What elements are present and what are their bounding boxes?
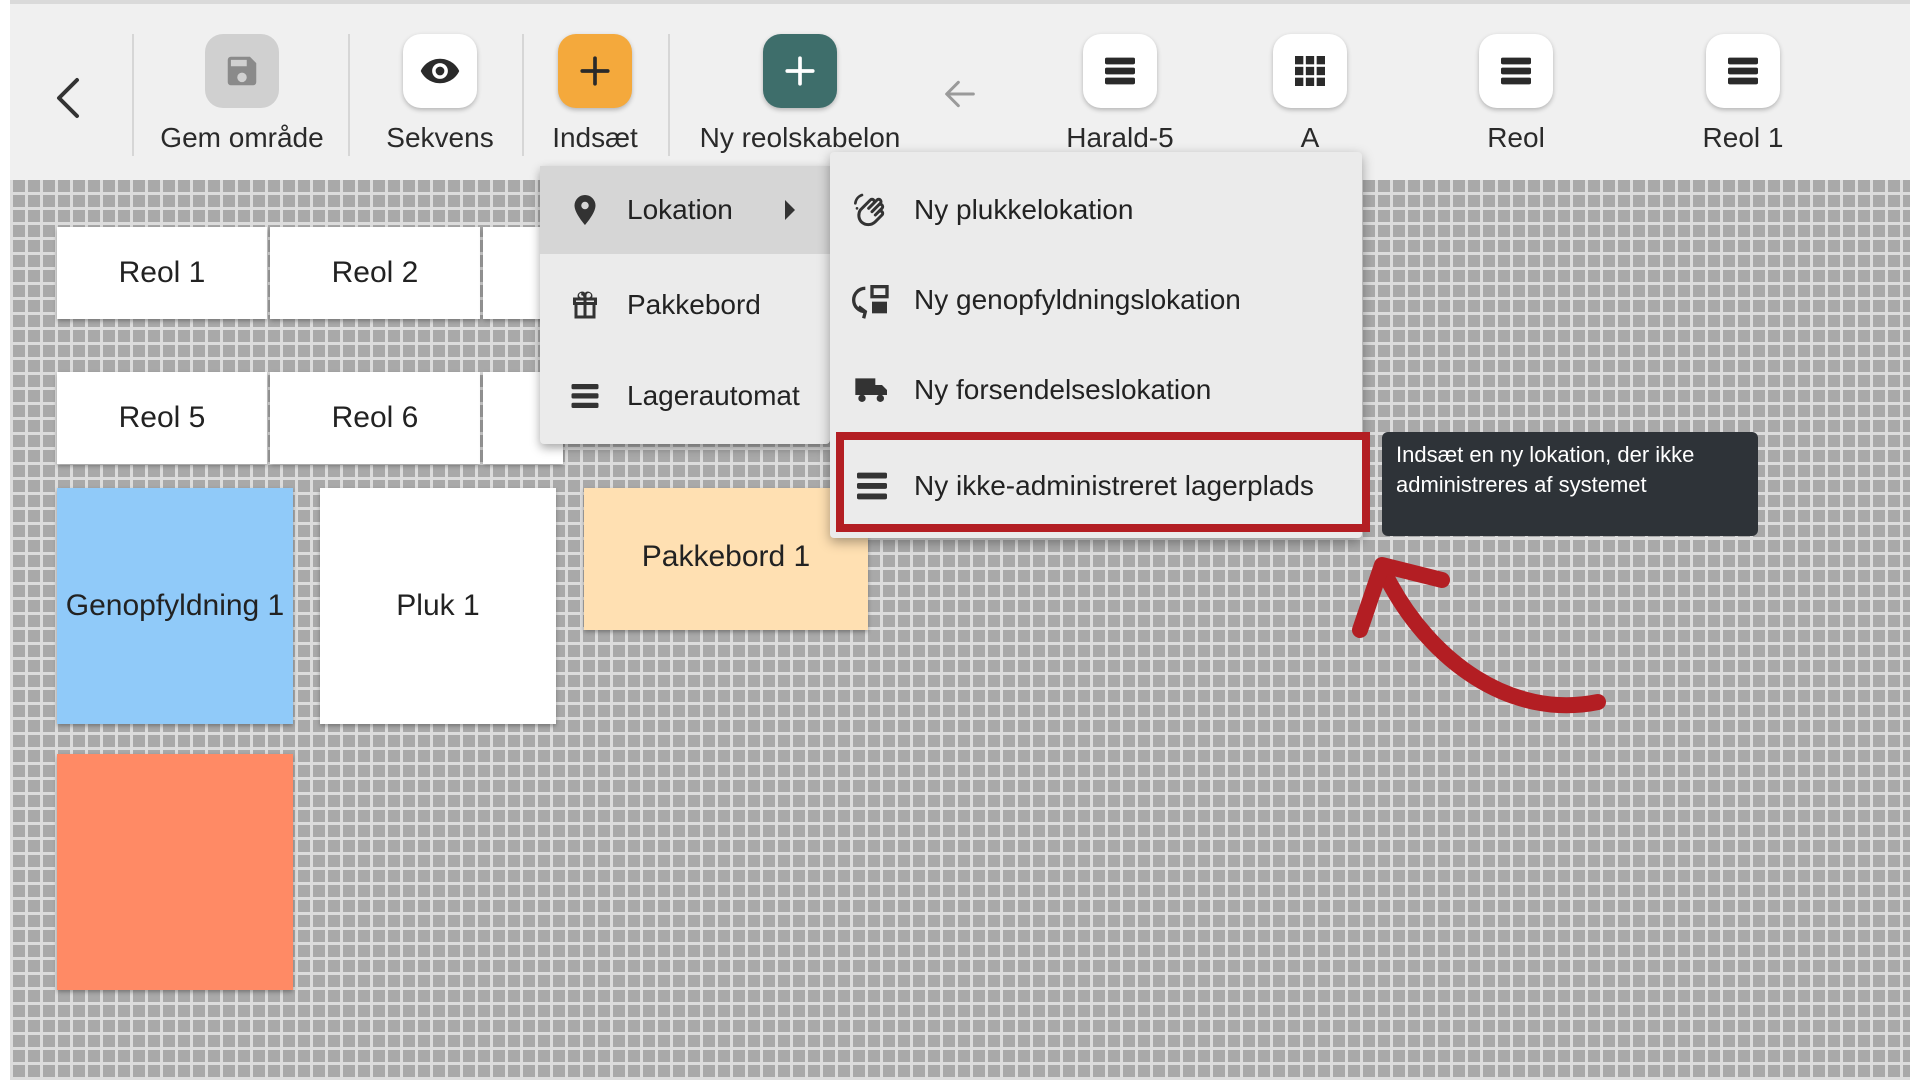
toolbar-divider <box>132 34 134 156</box>
insert-button-circle <box>558 34 632 108</box>
list-icon <box>1501 57 1531 85</box>
list-icon <box>565 376 605 416</box>
plus-icon <box>785 56 815 86</box>
replenish-location-tile[interactable]: Genopfyldning 1 <box>57 488 293 724</box>
hand-wave-icon <box>852 190 892 230</box>
menu-item-new-shipping-location[interactable]: Ny forsendelseslokation <box>830 346 1362 434</box>
app-window: Gem område Sekvens Indsæt Ny reolskabelo… <box>10 0 1910 1080</box>
menu-item-packing-table[interactable]: Pakkebord <box>540 261 830 349</box>
chevron-left-icon <box>57 78 79 118</box>
template-label: A <box>1300 122 1320 153</box>
menu-item-new-pick-location[interactable]: Ny plukkelokation <box>830 166 1362 254</box>
save-button-circle <box>205 34 279 108</box>
save-icon <box>227 56 257 86</box>
template-harald-5[interactable]: Harald-5 <box>1040 4 1200 154</box>
save-area-label: Gem område <box>160 122 324 153</box>
template-circle <box>1083 34 1157 108</box>
template-label: Reol 1 <box>1702 122 1784 153</box>
sequence-button-circle <box>403 34 477 108</box>
sequence-button[interactable]: Sekvens <box>360 4 520 154</box>
template-label: Reol <box>1487 122 1545 153</box>
menu-item-label: Lokation <box>627 194 733 225</box>
template-circle <box>1479 34 1553 108</box>
template-reol[interactable]: Reol <box>1456 4 1576 154</box>
shelf-tile[interactable]: Reol 6 <box>270 372 480 464</box>
sequence-label: Sekvens <box>386 122 494 153</box>
menu-item-label: Pakkebord <box>627 289 761 320</box>
tooltip: Indsæt en ny lokation, der ikke administ… <box>1382 432 1758 536</box>
new-shelf-template-label: Ny reolskabelon <box>699 122 901 153</box>
new-shelf-template-circle <box>763 34 837 108</box>
template-circle <box>1273 34 1347 108</box>
highlight-box <box>836 432 1370 532</box>
save-area-button[interactable]: Gem område <box>147 4 337 154</box>
submenu-arrow-icon <box>778 196 800 231</box>
template-reol-1[interactable]: Reol 1 <box>1673 4 1813 154</box>
insert-button[interactable]: Indsæt <box>530 4 660 154</box>
pick-location-tile[interactable]: Pluk 1 <box>320 488 556 724</box>
list-icon <box>1105 57 1135 85</box>
menu-item-label: Ny plukkelokation <box>914 194 1134 225</box>
truck-icon <box>852 370 892 410</box>
toolbar-divider <box>668 34 670 156</box>
shipping-location-tile[interactable] <box>57 754 293 990</box>
packing-table-tile[interactable]: Pakkebord 1 <box>584 488 868 630</box>
list-icon <box>1728 57 1758 85</box>
menu-item-storage-automat[interactable]: Lagerautomat <box>540 352 830 440</box>
refill-icon <box>852 280 892 320</box>
shelf-tile[interactable]: Reol 5 <box>57 372 267 464</box>
toolbar-divider <box>522 34 524 156</box>
menu-item-label: Ny forsendelseslokation <box>914 374 1212 405</box>
insert-menu: Lokation Pakkebord Lagerautomat <box>540 166 830 444</box>
shelf-tile[interactable]: Reol 1 <box>57 227 267 319</box>
insert-label: Indsæt <box>552 122 638 153</box>
toolbar-divider <box>348 34 350 156</box>
location-pin-icon <box>565 190 605 230</box>
grid-icon <box>1295 56 1325 86</box>
gift-icon <box>565 285 605 325</box>
template-label: Harald-5 <box>1066 122 1174 153</box>
scroll-left-button[interactable] <box>940 74 980 119</box>
eye-icon <box>420 58 460 84</box>
template-circle <box>1706 34 1780 108</box>
menu-item-location[interactable]: Lokation <box>540 166 830 254</box>
back-button[interactable] <box>38 68 98 128</box>
template-a[interactable]: A <box>1250 4 1370 154</box>
menu-item-label: Lagerautomat <box>627 380 800 411</box>
shelf-tile[interactable]: Reol 2 <box>270 227 480 319</box>
menu-item-label: Ny genopfyldningslokation <box>914 284 1241 315</box>
new-shelf-template-button[interactable]: Ny reolskabelon <box>690 4 910 154</box>
menu-item-new-replenish-location[interactable]: Ny genopfyldningslokation <box>830 256 1362 344</box>
arrow-left-icon <box>945 80 975 108</box>
plus-icon <box>580 56 610 86</box>
